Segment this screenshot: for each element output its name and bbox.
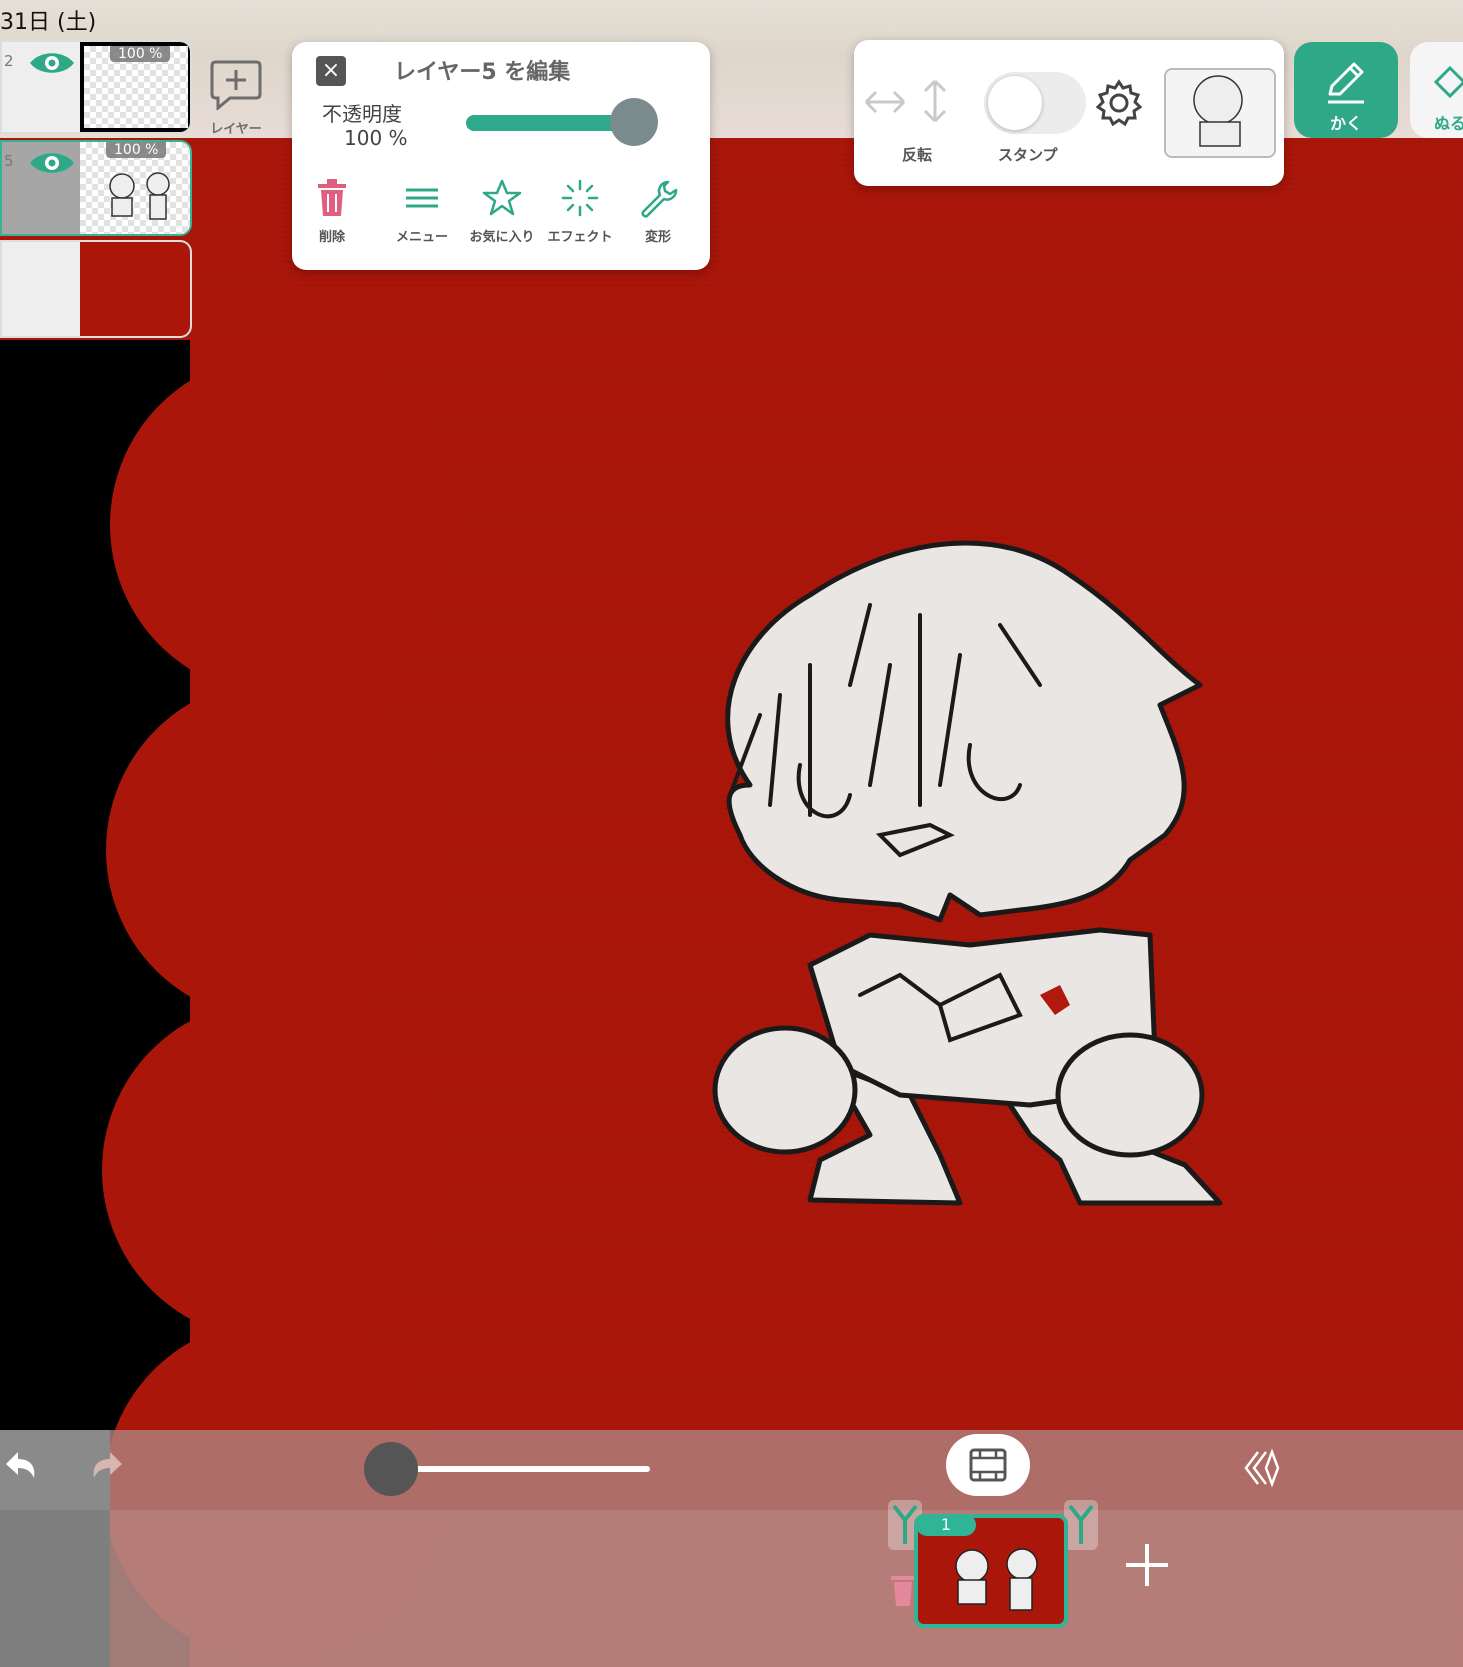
scallop-shape	[110, 355, 450, 695]
undo-icon[interactable]	[0, 1444, 40, 1484]
layer-thumbnail: 100 %	[80, 42, 190, 132]
frame-bar-left-area	[0, 1510, 110, 1667]
frame-timeline-bar	[0, 1510, 1463, 1667]
stamp-label: スタンプ	[998, 146, 1058, 164]
opacity-value: 100 %	[344, 126, 408, 150]
add-layer-label: レイヤー	[210, 122, 262, 137]
collapse-panel-icon[interactable]	[1242, 1448, 1282, 1488]
tool-label: お気に入り	[469, 230, 535, 245]
paint-bucket-icon	[1433, 65, 1463, 99]
thumbnail-sketch	[109, 172, 170, 220]
add-frame-icon[interactable]	[1122, 1540, 1172, 1590]
layer-row-background[interactable]	[0, 240, 192, 338]
layer-opacity-badge: 100 %	[110, 46, 171, 62]
edit-layer-panel: × レイヤー5 を編集 不透明度 100 % 削除 メニュー お気に入り エフェ…	[292, 42, 710, 270]
tool-label: 削除	[318, 230, 345, 245]
edit-panel-title: レイヤー5 を編集	[394, 60, 571, 85]
scallop-shape	[106, 680, 446, 1020]
film-icon	[969, 1448, 1007, 1482]
toggle-knob	[988, 76, 1042, 130]
delete-layer-button[interactable]: 削除	[292, 178, 372, 245]
paint-tool-button[interactable]: ぬる	[1410, 42, 1463, 138]
layer-opacity-badge: 100 %	[106, 142, 167, 158]
brush-options-panel: 反転 スタンプ	[854, 40, 1284, 186]
opacity-label: 不透明度	[322, 102, 402, 126]
timeline-slider-track[interactable]	[392, 1466, 650, 1472]
frame-end-marker[interactable]	[1064, 1500, 1098, 1550]
star-icon	[482, 179, 522, 216]
layer-number: 2	[4, 52, 14, 70]
status-bar-date: 31日 (土)	[0, 10, 97, 35]
sparkle-icon	[561, 179, 599, 217]
add-layer-icon	[210, 60, 262, 112]
transform-button[interactable]: 変形	[618, 178, 698, 245]
frame-thumbnail-sketch	[955, 1548, 1038, 1611]
layer-row-2[interactable]: 2 100 %	[0, 40, 192, 134]
gear-icon[interactable]	[1094, 78, 1144, 128]
wrench-icon	[641, 180, 678, 218]
timeline-slider-knob[interactable]	[364, 1442, 418, 1496]
frame-number-badge: 1	[916, 1514, 976, 1536]
draw-tool-label: かく	[1329, 114, 1362, 133]
visibility-eye-icon[interactable]	[28, 48, 76, 82]
layer-menu-button[interactable]: メニュー	[382, 178, 462, 245]
trash-icon	[318, 179, 346, 216]
flip-vertical-icon[interactable]	[918, 78, 952, 124]
opacity-slider-knob[interactable]	[610, 98, 658, 146]
visibility-eye-icon[interactable]	[28, 148, 76, 182]
scallop-shape	[102, 1000, 442, 1340]
marker-y-icon	[1068, 1504, 1094, 1544]
tool-label: エフェクト	[547, 230, 613, 245]
add-layer-button[interactable]: レイヤー	[206, 58, 266, 137]
tool-label: メニュー	[395, 230, 448, 245]
stamp-toggle[interactable]	[984, 72, 1086, 134]
preview-sketch	[1193, 75, 1243, 147]
pencil-icon	[1328, 62, 1364, 104]
brush-preview-thumbnail[interactable]	[1164, 68, 1276, 158]
paint-tool-label: ぬる	[1434, 114, 1463, 133]
layer-number: 5	[4, 152, 14, 170]
favorite-button[interactable]: お気に入り	[462, 178, 542, 245]
animation-film-button[interactable]	[946, 1434, 1030, 1496]
close-icon[interactable]: ×	[316, 56, 346, 86]
draw-tool-button[interactable]: かく	[1294, 42, 1398, 138]
flip-label: 反転	[902, 146, 933, 164]
character-sketch	[712, 540, 1223, 1206]
layer-row-5[interactable]: 5 100 %	[0, 140, 192, 236]
effect-button[interactable]: エフェクト	[540, 178, 620, 245]
redo-icon[interactable]	[84, 1444, 128, 1484]
flip-horizontal-icon[interactable]	[862, 82, 908, 122]
layer-thumbnail: 100 %	[80, 142, 190, 234]
layer-thumbnail	[80, 242, 190, 336]
tool-label: 変形	[644, 230, 671, 245]
menu-icon	[406, 188, 438, 208]
